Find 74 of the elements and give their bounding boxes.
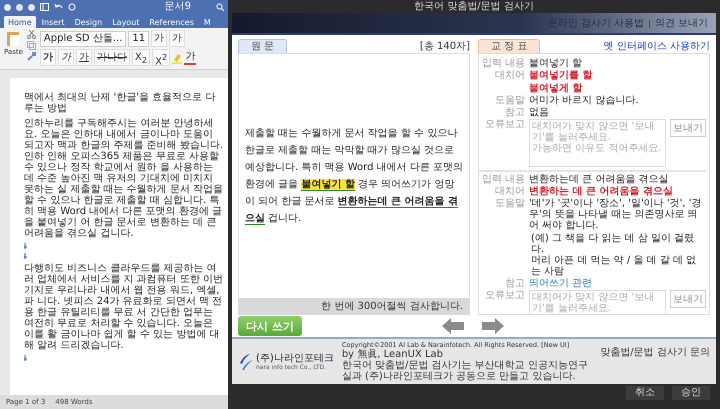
contact-link[interactable]: 맞춤법/문법 검사기 문의	[600, 345, 710, 359]
close-button[interactable]	[4, 4, 11, 10]
character-count: [총 140자]	[420, 40, 470, 53]
field-label: 대치어	[494, 70, 525, 83]
zoom-button[interactable]	[28, 4, 35, 10]
about-text: 한국어 맞춤법/문법 검사기는 부산대학교 인공지능연구실과 (주)나라인포테크가 공동으로 만들고 있습니다.	[342, 360, 589, 382]
copy-icon[interactable]	[26, 41, 36, 50]
reference-text: 없음	[529, 107, 550, 118]
dialog-button[interactable]: 취소	[626, 386, 664, 400]
format-button[interactable]: 가나다	[94, 49, 130, 66]
replacement-text: 붙여넣게 할	[529, 83, 584, 94]
paragraph-mark-icon	[24, 243, 28, 249]
format-button[interactable]: X$^{2}$	[152, 49, 170, 66]
field-label: 참고	[504, 107, 525, 118]
report-field[interactable]: 대치어가 맞지 않으면 '보내기'를 눌러주세요. 가능하면 이유도 적어주세요.	[529, 119, 666, 167]
window-title: 한국어 맞춤법/문법 검사기	[413, 0, 535, 13]
grow-font-button[interactable]: 가	[151, 30, 168, 47]
brush-icon[interactable]	[26, 52, 36, 61]
scissors-icon[interactable]	[26, 30, 36, 39]
send-button[interactable]: 보내기	[670, 290, 706, 308]
ribbon-tab[interactable]: Design	[70, 16, 106, 28]
input-text: 변환하는데 큰 어려움을 겪으실	[529, 174, 670, 185]
field-label: 오류보고	[484, 119, 525, 132]
limit-note: 한 번에 300어절씩 검사합니다.	[239, 298, 469, 314]
paragraph-mark-icon	[24, 355, 28, 361]
original-text: 제출할 때는 수월하게 문서 작업을 할 수 있으나 한글로 제출할 때는 막막할 때가 많으실 것으로 예상합니다. 특히 맥용 Word 내에서 다른 포맷의 환경에 글을 붙여넣기 할 경우 띄어쓰기가 엉망이 되어 한글 문서로 변환하는데 큰 어려움을 겪으실 겁니다.	[245, 127, 463, 227]
field-label: 입력 내용	[480, 58, 525, 69]
search-icon[interactable]	[216, 3, 224, 11]
document-paragraph: 인하누리를 구독해주시는 여러분 안녕하세요. 오늘은 인하대 내에서 금이나마 도움이 되고자 맥과 한글의 주제를 준비해 봤습니다. 인하 인해 오피스365 제품은 무료로 사용할 수 있으나 정작 학교에서 원하 을 사용하는 데 수준 높아진 맥 유저의 기대치에 미치지 못하는 실 제출할 때는 수월하게 문서 작업을 할 수 있으나 한글로 제출할 때 심합니다. 특히 맥용 Word 내에서 다른 포맷의 환경에 글을 붙여넣기 어 한글 문서로 변환하는 데 큰 어려움을 겪으실 겁니다.	[24, 118, 224, 239]
logo-icon	[238, 352, 254, 370]
format-button[interactable]: X$_{2}$	[132, 49, 150, 66]
shrink-font-button[interactable]: 가	[169, 30, 186, 47]
field-label: 참고	[504, 278, 525, 289]
document-paragraph: 다행히도 비즈니스 클라우드를 제공하는 여러 업체에서 서비스를 지 과컴퓨터 또한 이번기지로 우리나라 내에서 웹 전용 워드, 엑셀, 파 니다. 넷피스 24가 유료화로 되면서 맥 전용 한글 유틸리티를 무료 서 간단한 업무는 여전히 무료로 처리할 수 있습니다. 오늘은 이를 활 금이나마 쉽게 할 수 있는 방법에 대해 알려 드리겠습니다.	[24, 263, 224, 351]
field-label: 대치어	[494, 186, 525, 197]
ribbon-tab[interactable]: M	[200, 16, 215, 28]
window-title: 문서9	[164, 1, 191, 13]
paragraph-mark-icon	[24, 253, 28, 259]
dialog-button[interactable]: 승인	[672, 386, 710, 400]
old-interface-link[interactable]: 옛 인터페이스 사용하기	[604, 39, 710, 53]
field-label: 오류보고	[484, 290, 525, 303]
replacement-text: 변환하는 데 큰 어려움을 겪으실	[529, 186, 674, 197]
right-arrow-icon[interactable]	[482, 318, 504, 334]
link-separator: |	[648, 18, 651, 28]
example-text: 머리 아픈 데 먹는 약 / 올 데 갈 데 없는 사람	[531, 255, 698, 277]
example-text: (예) 그 책을 다 읽는 데 삼 일이 걸렸다.	[531, 233, 696, 255]
ribbon-tab[interactable]: Home	[4, 16, 36, 28]
credit-text: by 無眞, LeanUX Lab	[342, 349, 444, 360]
font-color-button[interactable]: 가	[184, 50, 196, 65]
ribbon-tab[interactable]: Layout	[108, 16, 144, 28]
ribbon-tab[interactable]: References	[145, 16, 198, 28]
reference-link[interactable]: 띄어쓰기 관련	[529, 278, 706, 289]
company-name: (주)나라인포테크	[256, 352, 334, 364]
format-button[interactable]: 가	[76, 49, 92, 66]
help-text: '데'가 '곳'이나 '장소', '일'이나 '것', '경우'의 뜻을 나타낼 때는 의존명사로 띄어 써야 합니다.	[529, 198, 702, 231]
ribbon-tab[interactable]: Insert	[38, 16, 69, 28]
font-select[interactable]: Apple SD 산돌...	[40, 30, 126, 46]
report-field[interactable]: 대치어가 맞지 않으면 '보내기'를 눌러주세요.	[529, 290, 666, 314]
feedback-link[interactable]: 의견 보내기	[654, 16, 708, 30]
format-button[interactable]: 가	[40, 49, 56, 66]
sidebar-icon[interactable]	[40, 3, 49, 11]
undo-icon[interactable]	[54, 3, 63, 11]
minimize-button[interactable]	[16, 4, 23, 10]
left-arrow-icon[interactable]	[442, 318, 464, 334]
help-text: 어미가 바르지 않습니다.	[529, 95, 640, 106]
size-select[interactable]: 11	[128, 30, 150, 46]
send-button[interactable]: 보내기	[670, 119, 706, 137]
field-label: 도움말	[494, 198, 525, 211]
field-label: 입력 내용	[480, 174, 525, 185]
document-paragraph: 맥에서 최대의 난제 '한글'을 효율적으로 다루는 방법	[24, 92, 216, 114]
field-label: 도움말	[494, 95, 525, 106]
format-button[interactable]: 가	[58, 49, 74, 66]
input-text: 붙여넣기 할	[529, 58, 584, 69]
replacement-text: 붙여넣기를 할	[529, 70, 594, 81]
